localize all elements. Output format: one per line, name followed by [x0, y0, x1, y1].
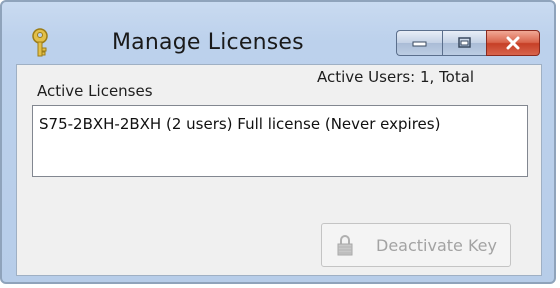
minimize-icon — [412, 41, 426, 47]
license-list-item[interactable]: S75-2BXH-2BXH (2 users) Full license (Ne… — [39, 115, 440, 133]
active-users-label: Active Users: 1, Total — [317, 68, 475, 86]
lock-icon — [337, 235, 353, 256]
deactivate-key-button[interactable]: Deactivate Key — [321, 223, 511, 267]
licenses-listbox[interactable]: S75-2BXH-2BXH (2 users) Full license (Ne… — [32, 105, 528, 177]
manage-licenses-window: Manage Licenses Active Users: 1, Total A… — [0, 0, 556, 284]
maximize-icon — [457, 37, 471, 48]
window-title: Manage Licenses — [112, 30, 304, 55]
caption-buttons — [396, 30, 540, 56]
close-icon — [506, 36, 520, 50]
close-button[interactable] — [486, 30, 540, 56]
deactivate-key-label: Deactivate Key — [376, 235, 497, 255]
title-bar[interactable]: Manage Licenses — [2, 2, 554, 64]
maximize-button[interactable] — [442, 30, 486, 56]
key-icon — [32, 28, 48, 57]
minimize-button[interactable] — [396, 30, 442, 56]
active-licenses-label: Active Licenses — [37, 82, 153, 100]
client-area: Active Users: 1, Total Active Licenses S… — [16, 64, 542, 276]
